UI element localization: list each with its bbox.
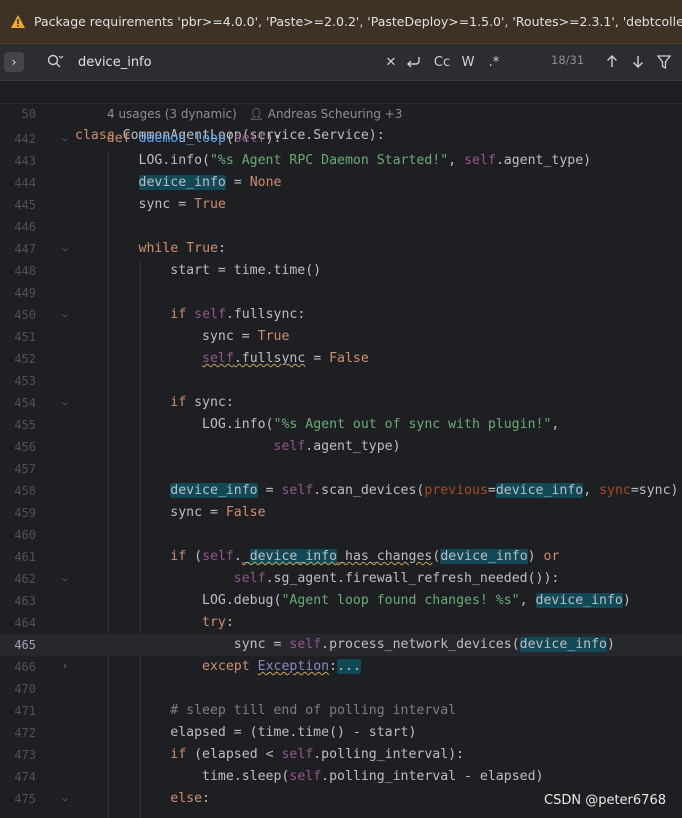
code-line-442[interactable]: 442 ⌵ def daemon_loop(self):: [0, 128, 682, 150]
code-line-445[interactable]: 445 sync = True: [0, 194, 682, 216]
line-number: 450: [14, 308, 36, 322]
line-number: 461: [14, 550, 36, 564]
line-number: 448: [14, 264, 36, 278]
usages-hint[interactable]: 4 usages (3 dynamic) 👤︎ Andreas Scheurin…: [107, 107, 402, 121]
filter-icon[interactable]: [656, 52, 672, 72]
watermark: CSDN @peter6768: [544, 793, 666, 808]
code-line-471[interactable]: 471 # sleep till end of polling interval: [0, 700, 682, 722]
code-line-446[interactable]: 446: [0, 216, 682, 238]
code-line-458[interactable]: 458 device_info = self.scan_devices(prev…: [0, 480, 682, 502]
code-line-462[interactable]: 462 ⌵ self.sg_agent.firewall_refresh_need…: [0, 568, 682, 590]
line-number: 454: [14, 396, 36, 410]
line-number: 457: [14, 462, 36, 476]
line-number: 462: [14, 572, 36, 586]
line-number: 475: [14, 792, 36, 806]
line-number: 470: [14, 682, 36, 696]
code-line-454[interactable]: 454 ⌵ if sync:: [0, 392, 682, 414]
expand-replace-button[interactable]: ›: [4, 52, 24, 72]
code-line-450[interactable]: 450 ⌵ if self.fullsync:: [0, 304, 682, 326]
search-icon[interactable]: [46, 53, 64, 71]
line-number: 449: [14, 286, 36, 300]
search-input[interactable]: [78, 52, 368, 72]
line-number: 443: [14, 154, 36, 168]
match-case-button[interactable]: Cc: [432, 52, 452, 72]
code-line-447[interactable]: 447 ⌵ while True:: [0, 238, 682, 260]
line-number: 463: [14, 594, 36, 608]
code-line-461[interactable]: 461 if (self._device_info_has_changes(de…: [0, 546, 682, 568]
chevron-right-icon: ›: [11, 55, 17, 69]
code-line-464[interactable]: 464 try:: [0, 612, 682, 634]
code-line-444[interactable]: 444 device_info = None: [0, 172, 682, 194]
fold-icon[interactable]: ⌵: [60, 788, 70, 810]
line-number: 465: [14, 638, 36, 652]
usages-count[interactable]: 4 usages (3 dynamic): [107, 107, 237, 121]
fold-icon[interactable]: ⌵: [60, 392, 70, 414]
code-editor[interactable]: 50 class CommonAgentLoop(service.Service…: [0, 81, 682, 818]
code-line-474[interactable]: 474 time.sleep(self.polling_interval - e…: [0, 766, 682, 788]
match-count: 18/31: [551, 53, 585, 67]
arrow-up-icon[interactable]: [604, 52, 620, 72]
line-number: 447: [14, 242, 36, 256]
banner-text: Package requirements 'pbr>=4.0.0', 'Past…: [34, 14, 682, 29]
author-hint[interactable]: Andreas Scheuring +3: [268, 107, 403, 121]
code-line-460[interactable]: 460: [0, 524, 682, 546]
newline-icon[interactable]: [404, 52, 422, 72]
line-number: 473: [14, 748, 36, 762]
code-line-451[interactable]: 451 sync = True: [0, 326, 682, 348]
clear-search-icon[interactable]: ✕: [384, 52, 398, 72]
code-line-472[interactable]: 472 elapsed = (time.time() - start): [0, 722, 682, 744]
line-number: 445: [14, 198, 36, 212]
code-line-448[interactable]: 448 start = time.time(): [0, 260, 682, 282]
line-number: 466: [14, 660, 36, 674]
line-number: 456: [14, 440, 36, 454]
arrow-down-icon[interactable]: [630, 52, 646, 72]
line-number: 459: [14, 506, 36, 520]
code-line-452[interactable]: 452 self.fullsync = False: [0, 348, 682, 370]
fold-icon[interactable]: ⌵: [60, 238, 70, 260]
code-line-455[interactable]: 455 LOG.info("%s Agent out of sync with …: [0, 414, 682, 436]
code-line-457[interactable]: 457: [0, 458, 682, 480]
fold-icon[interactable]: ⌵: [60, 304, 70, 326]
find-bar: › ✕ Cc W .* 18/31: [0, 44, 682, 81]
line-number: 50: [21, 107, 36, 121]
line-number: 453: [14, 374, 36, 388]
line-number: 455: [14, 418, 36, 432]
line-number: 442: [14, 132, 36, 146]
person-icon: 👤︎: [248, 107, 264, 121]
sticky-class-line[interactable]: 50 class CommonAgentLoop(service.Service…: [0, 81, 682, 143]
line-number: 458: [14, 484, 36, 498]
code-line-465-current[interactable]: 465 sync = self.process_network_devices(…: [0, 634, 682, 656]
line-number: 460: [14, 528, 36, 542]
line-number: 452: [14, 352, 36, 366]
line-number: 474: [14, 770, 36, 784]
fold-icon[interactable]: ⌵: [60, 128, 70, 150]
line-number: 451: [14, 330, 36, 344]
line-number: 444: [14, 176, 36, 190]
package-requirements-banner: Package requirements 'pbr>=4.0.0', 'Past…: [0, 0, 682, 44]
warning-icon: [11, 15, 25, 28]
line-number: 472: [14, 726, 36, 740]
code-line-456[interactable]: 456 self.agent_type): [0, 436, 682, 458]
code-line-470[interactable]: 470: [0, 678, 682, 700]
code-line-443[interactable]: 443 LOG.info("%s Agent RPC Daemon Starte…: [0, 150, 682, 172]
fold-expand-icon[interactable]: ›: [60, 656, 70, 678]
code-line-459[interactable]: 459 sync = False: [0, 502, 682, 524]
code-line-463[interactable]: 463 LOG.debug("Agent loop found changes!…: [0, 590, 682, 612]
line-number: 471: [14, 704, 36, 718]
code-line-466[interactable]: 466 › except Exception:...: [0, 656, 682, 678]
whole-words-button[interactable]: W: [460, 52, 476, 72]
code-line-473[interactable]: 473 if (elapsed < self.polling_interval)…: [0, 744, 682, 766]
code-line-449[interactable]: 449: [0, 282, 682, 304]
line-number: 446: [14, 220, 36, 234]
line-number: 464: [14, 616, 36, 630]
fold-icon[interactable]: ⌵: [60, 568, 70, 590]
code-line-453[interactable]: 453: [0, 370, 682, 392]
regex-button[interactable]: .*: [486, 52, 502, 72]
